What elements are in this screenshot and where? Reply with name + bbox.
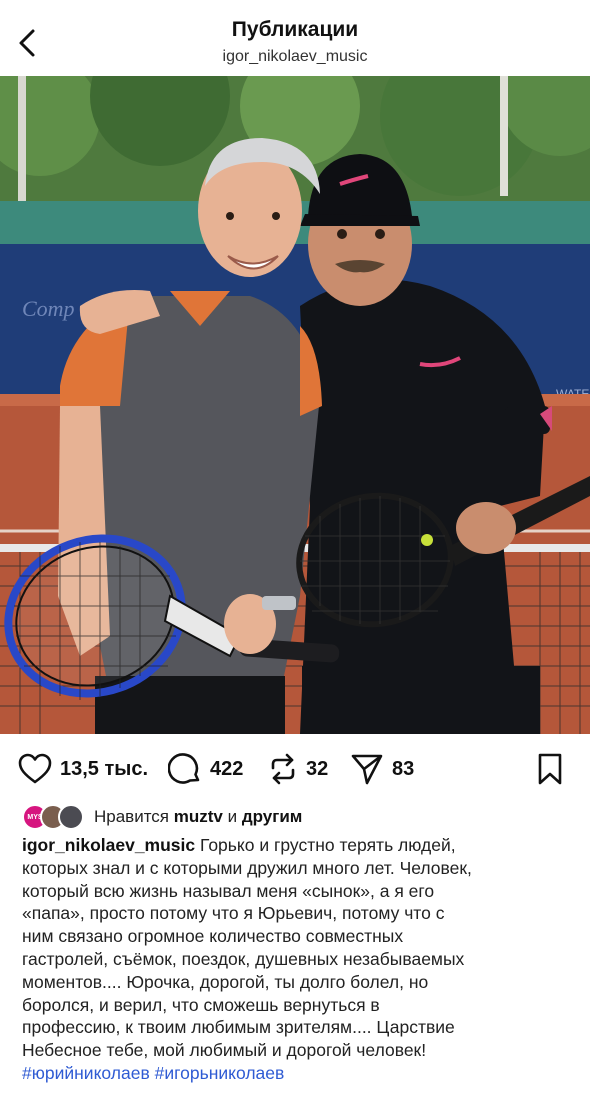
comment-button[interactable]: 422 [168,750,243,788]
caption-line: моментов.... Юрочка, дорогой, ты долго б… [22,971,429,992]
repost-icon [271,753,295,785]
caption-line: боролся, и верил, что сможешь вернуться … [22,994,380,1015]
caption-line: Небесное тебе, мой любимый и дорогой чел… [22,1040,427,1061]
save-button[interactable] [536,750,564,788]
header-username[interactable]: igor_nikolaev_music [0,48,590,66]
heart-icon [18,753,52,784]
caption-username[interactable]: igor_nikolaev_music [22,835,195,855]
hashtags[interactable]: #юрийниколаев #игорьниколаев [22,1062,572,1085]
caption-text: Горько и грустно терять людей, [200,835,456,855]
like-button[interactable]: 13,5 тыс. [18,750,148,788]
post-image: Comp WATE [0,76,590,734]
caption-line: который всю жизнь называл меня «сынок», … [22,880,435,901]
comments-count: 422 [210,757,244,780]
avatar [58,804,84,830]
speech-bubble-icon [168,753,200,784]
repost-button[interactable]: 32 [268,750,328,788]
shares-count: 83 [392,757,415,780]
liked-by[interactable]: MYS Нравится muztv и другим [22,802,302,832]
share-button[interactable]: 83 [350,750,414,788]
header: Публикации igor_nikolaev_music [0,0,590,76]
caption-line: «папа», просто потому что я Юрьевич, пот… [22,903,445,924]
post-caption: igor_nikolaev_music Горько и грустно тер… [22,834,572,1085]
caption-line: ним связано огромное количество совместн… [22,926,404,947]
post-actions: 13,5 тыс. 422 32 83 [0,740,590,798]
post-photo[interactable]: Comp WATE [0,76,590,734]
send-icon [351,754,383,785]
caption-line: igor_nikolaev_music Горько и грустно тер… [22,834,572,857]
reposts-count: 32 [306,757,329,780]
bookmark-icon [538,753,562,785]
liked-by-user[interactable]: muztv [174,807,223,827]
caption-line: которых знал и с которыми дружил много л… [22,857,472,878]
caption-line: профессию, к твоим любимым зрителям.... … [22,1017,455,1038]
liked-by-prefix: Нравится [94,807,170,826]
liked-by-others[interactable]: другим [242,807,303,827]
likes-count: 13,5 тыс. [60,757,149,780]
page-title: Публикации [231,18,359,41]
liked-by-and: и [227,807,238,826]
liked-by-avatars: MYS [22,804,84,830]
caption-line: гастролей, съёмок, поездок, душевных нез… [22,948,465,969]
svg-text:Comp: Comp [22,296,75,321]
